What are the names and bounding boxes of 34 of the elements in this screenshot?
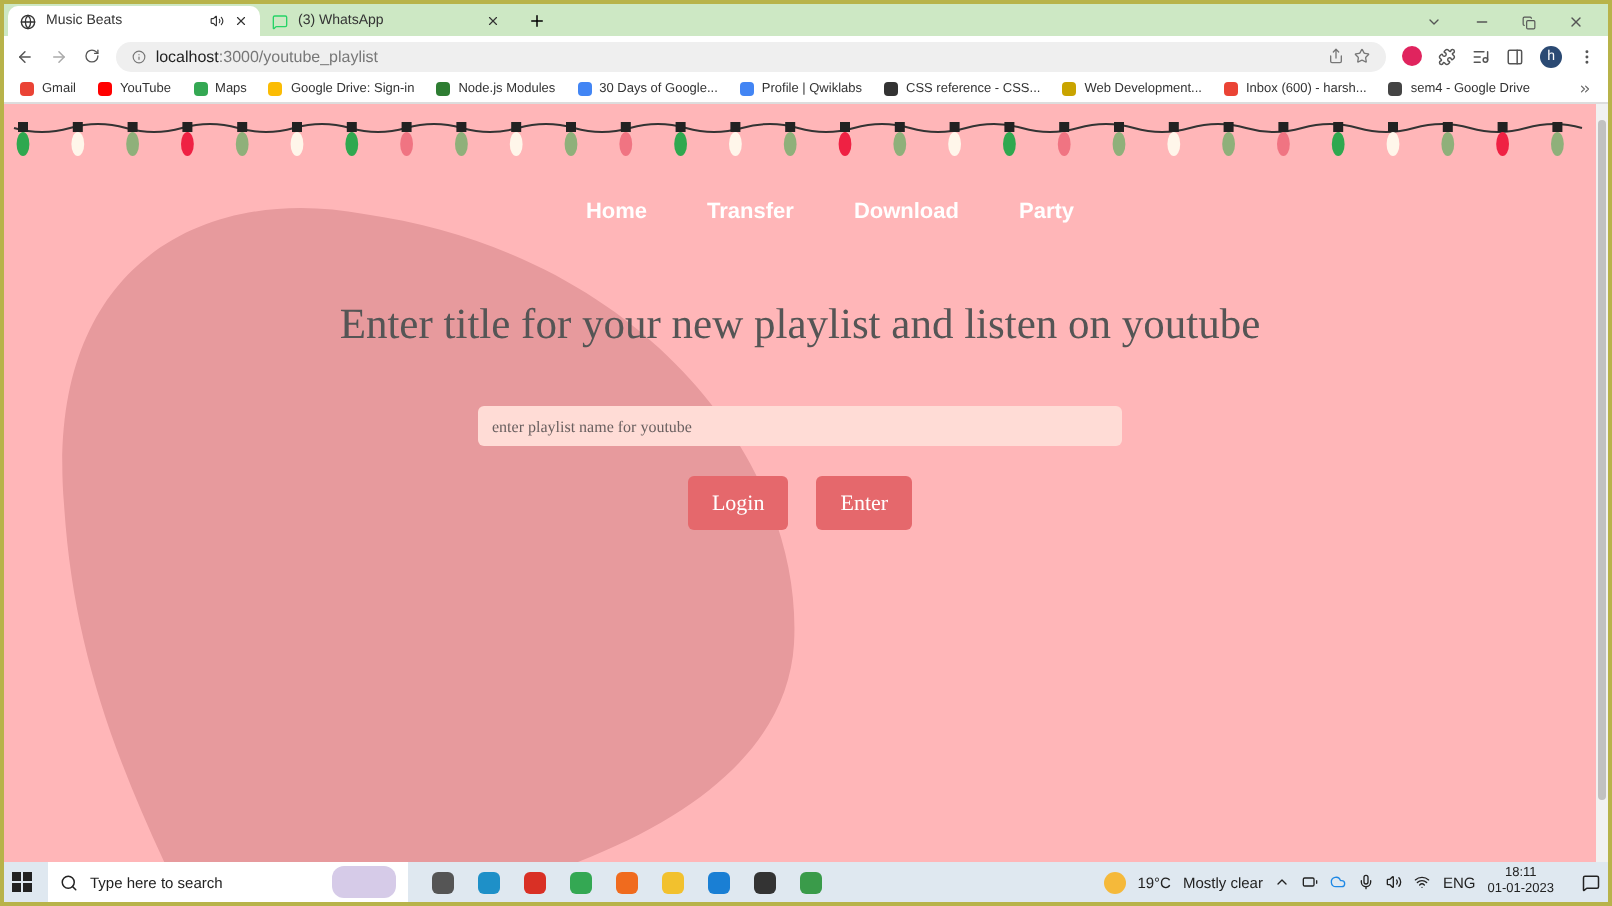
more-bookmarks-icon[interactable]	[1578, 82, 1592, 96]
notification-icon[interactable]	[1582, 873, 1600, 891]
playlist-input[interactable]: enter playlist name for youtube	[478, 406, 1122, 446]
star-icon[interactable]	[1354, 48, 1371, 64]
cloud-icon[interactable]	[1330, 874, 1347, 890]
app-icon[interactable]	[754, 871, 776, 893]
info-icon[interactable]	[131, 49, 146, 63]
media-icon[interactable]	[1472, 47, 1491, 65]
puzzle-icon[interactable]	[1438, 47, 1457, 65]
chat-icon	[272, 13, 288, 29]
address-bar[interactable]: localhost:3000/youtube_playlist	[115, 41, 1387, 71]
close-icon[interactable]	[486, 14, 500, 28]
share-icon[interactable]	[1328, 48, 1345, 64]
side-panel-icon[interactable]	[1506, 47, 1525, 65]
speaker-icon[interactable]	[1386, 874, 1403, 890]
new-tab-icon[interactable]	[528, 12, 546, 30]
reload-icon[interactable]	[83, 48, 100, 64]
scrollbar[interactable]	[1596, 104, 1608, 862]
wifi-icon[interactable]	[1414, 874, 1431, 890]
chevron-up-icon[interactable]	[1274, 874, 1291, 890]
windows-start-icon[interactable]	[12, 872, 32, 892]
close-icon[interactable]	[234, 14, 248, 28]
battery-icon[interactable]	[1302, 874, 1319, 890]
search-icon	[60, 873, 78, 891]
chevron-down-icon[interactable]	[1426, 14, 1442, 30]
search-highlight-picture	[332, 866, 396, 898]
microphone-icon[interactable]	[1358, 874, 1375, 890]
close-icon[interactable]	[1568, 14, 1584, 30]
globe-icon	[20, 13, 36, 29]
speaker-icon[interactable]	[210, 14, 224, 28]
extension-icon[interactable]	[1402, 46, 1423, 66]
restore-icon[interactable]	[1522, 15, 1536, 29]
back-icon[interactable]	[16, 47, 34, 65]
page-heading: Enter title for your new playlist and listen on youtube	[339, 300, 1261, 350]
